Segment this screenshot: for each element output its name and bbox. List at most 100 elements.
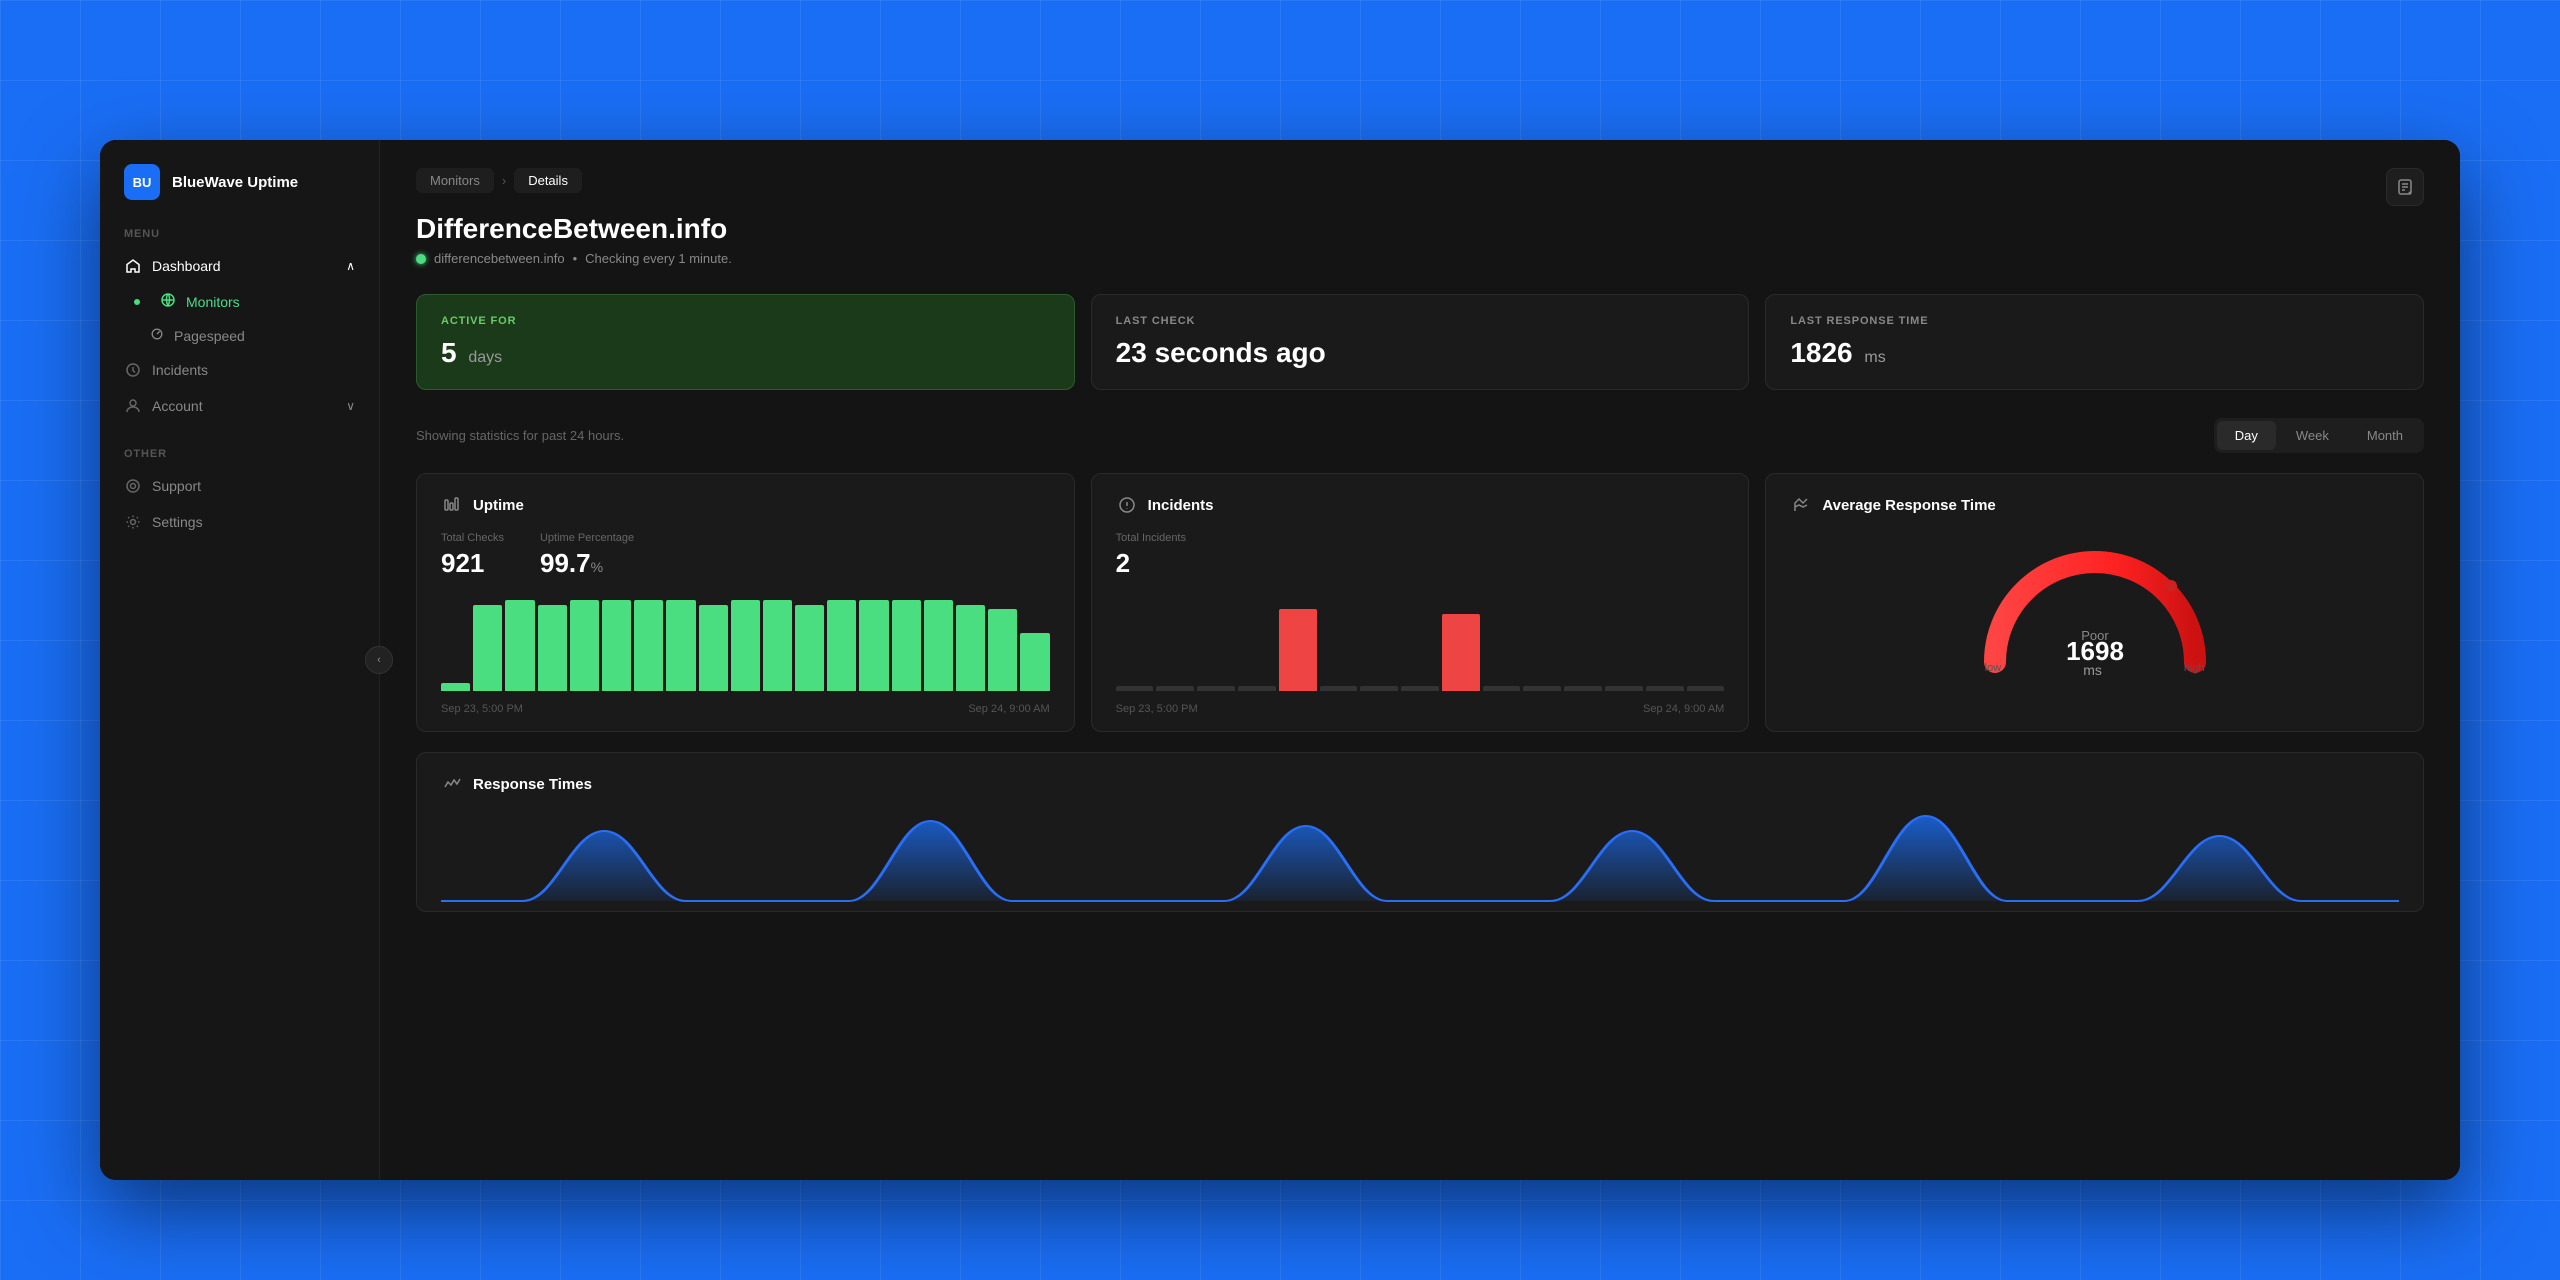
bar bbox=[1523, 686, 1561, 691]
bar bbox=[1156, 686, 1194, 691]
clock-icon bbox=[124, 361, 142, 379]
settings-label: Settings bbox=[152, 514, 203, 530]
breadcrumb-separator: › bbox=[502, 173, 506, 188]
period-text: Showing statistics for past 24 hours. bbox=[416, 428, 624, 443]
avg-response-card: Average Response Time bbox=[1765, 473, 2424, 732]
main-window: BU BlueWave Uptime MENU Dashboard ∧ bbox=[100, 140, 2460, 1180]
period-week-button[interactable]: Week bbox=[2278, 421, 2347, 450]
incidents-chart-title: Incidents bbox=[1148, 497, 1214, 514]
uptime-bar-4 bbox=[570, 600, 599, 691]
breadcrumb-monitors[interactable]: Monitors bbox=[416, 168, 494, 193]
period-row: Showing statistics for past 24 hours. Da… bbox=[416, 418, 2424, 453]
response-times-header: Response Times bbox=[441, 773, 2399, 795]
collapse-button[interactable]: ‹ bbox=[365, 646, 393, 674]
bar bbox=[1238, 686, 1276, 691]
sidebar-item-support[interactable]: Support bbox=[100, 468, 379, 504]
page-url: differencebetween.info bbox=[434, 251, 565, 266]
logo-icon: BU bbox=[124, 164, 160, 200]
active-for-label: ACTIVE FOR bbox=[441, 315, 1050, 327]
uptime-bar-15 bbox=[924, 600, 953, 691]
last-check-value: 23 seconds ago bbox=[1116, 337, 1725, 369]
settings-icon bbox=[124, 513, 142, 531]
total-incidents-metric: Total Incidents 2 bbox=[1116, 532, 1186, 579]
response-times-title: Response Times bbox=[473, 776, 592, 793]
sidebar-item-settings[interactable]: Settings bbox=[100, 504, 379, 540]
incidents-bar-chart bbox=[1116, 595, 1725, 695]
uptime-bar-11 bbox=[795, 605, 824, 691]
active-for-value: 5 days bbox=[441, 337, 1050, 369]
uptime-bar-7 bbox=[666, 600, 695, 691]
response-time-value: 1826 ms bbox=[1790, 337, 2399, 369]
incidents-metrics: Total Incidents 2 bbox=[1116, 532, 1725, 579]
report-icon bbox=[2396, 178, 2414, 196]
dashboard-label: Dashboard bbox=[152, 258, 221, 274]
last-check-card: LAST CHECK 23 seconds ago bbox=[1091, 294, 1750, 390]
gauge-container: Poor 1698 low ms high bbox=[1790, 532, 2399, 688]
report-button[interactable] bbox=[2386, 168, 2424, 206]
uptime-bar-5 bbox=[602, 600, 631, 691]
bar bbox=[1483, 686, 1521, 691]
sidebar-item-pagespeed[interactable]: Pagespeed bbox=[100, 319, 379, 352]
uptime-bar-3 bbox=[538, 605, 567, 691]
logo-text: BlueWave Uptime bbox=[172, 174, 298, 191]
incidents-date-end: Sep 24, 9:00 AM bbox=[1643, 703, 1724, 715]
monitors-label: Monitors bbox=[186, 294, 240, 310]
active-for-card: ACTIVE FOR 5 days bbox=[416, 294, 1075, 390]
uptime-pct-value: 99.7% bbox=[540, 548, 634, 579]
bar bbox=[1401, 686, 1439, 691]
response-time-label: LAST RESPONSE TIME bbox=[1790, 315, 2399, 327]
incidents-chart-dates: Sep 23, 5:00 PM Sep 24, 9:00 AM bbox=[1116, 703, 1725, 715]
incidents-label: Incidents bbox=[152, 362, 208, 378]
bar bbox=[1320, 686, 1358, 691]
uptime-bar-0 bbox=[441, 683, 470, 691]
sidebar-item-monitors[interactable]: Monitors bbox=[100, 284, 379, 319]
gauge-low-label: low bbox=[1985, 662, 2002, 678]
bar bbox=[1197, 686, 1235, 691]
uptime-bar-chart bbox=[441, 595, 1050, 695]
menu-group: MENU Dashboard ∧ Monitors bbox=[100, 228, 379, 424]
period-buttons: Day Week Month bbox=[2214, 418, 2424, 453]
incidents-date-start: Sep 23, 5:00 PM bbox=[1116, 703, 1198, 715]
period-month-button[interactable]: Month bbox=[2349, 421, 2421, 450]
chevron-icon: ∧ bbox=[346, 259, 355, 273]
uptime-chart-card: Uptime Total Checks 921 Uptime Percentag… bbox=[416, 473, 1075, 732]
gauge-svg: Poor 1698 bbox=[1975, 542, 2215, 672]
stats-row: ACTIVE FOR 5 days LAST CHECK 23 seconds … bbox=[416, 294, 2424, 390]
bar bbox=[1360, 686, 1398, 691]
uptime-bar-13 bbox=[859, 600, 888, 691]
uptime-bar-18 bbox=[1020, 633, 1049, 691]
period-day-button[interactable]: Day bbox=[2217, 421, 2276, 450]
uptime-pct-label: Uptime Percentage bbox=[540, 532, 634, 544]
sidebar-logo: BU BlueWave Uptime bbox=[100, 164, 379, 228]
other-label: OTHER bbox=[100, 448, 379, 460]
uptime-bar-17 bbox=[988, 609, 1017, 691]
sidebar-item-incidents[interactable]: Incidents bbox=[100, 352, 379, 388]
uptime-bar-1 bbox=[473, 605, 502, 691]
uptime-chart-title: Uptime bbox=[473, 497, 524, 514]
main-content: Monitors › Details DifferenceBetween.inf… bbox=[380, 140, 2460, 1180]
bar bbox=[1116, 686, 1154, 691]
avg-response-icon bbox=[1790, 494, 1812, 516]
uptime-date-start: Sep 23, 5:00 PM bbox=[441, 703, 523, 715]
avg-response-title: Average Response Time bbox=[1822, 497, 1995, 514]
check-interval: Checking every 1 minute. bbox=[585, 251, 732, 266]
support-label: Support bbox=[152, 478, 201, 494]
breadcrumb-details[interactable]: Details bbox=[514, 168, 582, 193]
user-icon bbox=[124, 397, 142, 415]
response-times-chart bbox=[441, 811, 2399, 911]
account-label: Account bbox=[152, 398, 203, 414]
uptime-bar-8 bbox=[699, 605, 728, 691]
total-checks-metric: Total Checks 921 bbox=[441, 532, 504, 579]
charts-row: Uptime Total Checks 921 Uptime Percentag… bbox=[416, 473, 2424, 732]
bar bbox=[1646, 686, 1684, 691]
sidebar-item-account[interactable]: Account ∨ bbox=[100, 388, 379, 424]
sidebar-item-dashboard[interactable]: Dashboard ∧ bbox=[100, 248, 379, 284]
page-subtitle: differencebetween.info • Checking every … bbox=[416, 251, 2424, 266]
uptime-chart-dates: Sep 23, 5:00 PM Sep 24, 9:00 AM bbox=[441, 703, 1050, 715]
account-chevron-icon: ∨ bbox=[346, 399, 355, 413]
uptime-bar-2 bbox=[505, 600, 534, 691]
house-icon bbox=[124, 257, 142, 275]
incidents-icon bbox=[1116, 494, 1138, 516]
bar bbox=[1564, 686, 1602, 691]
status-indicator bbox=[416, 254, 426, 264]
